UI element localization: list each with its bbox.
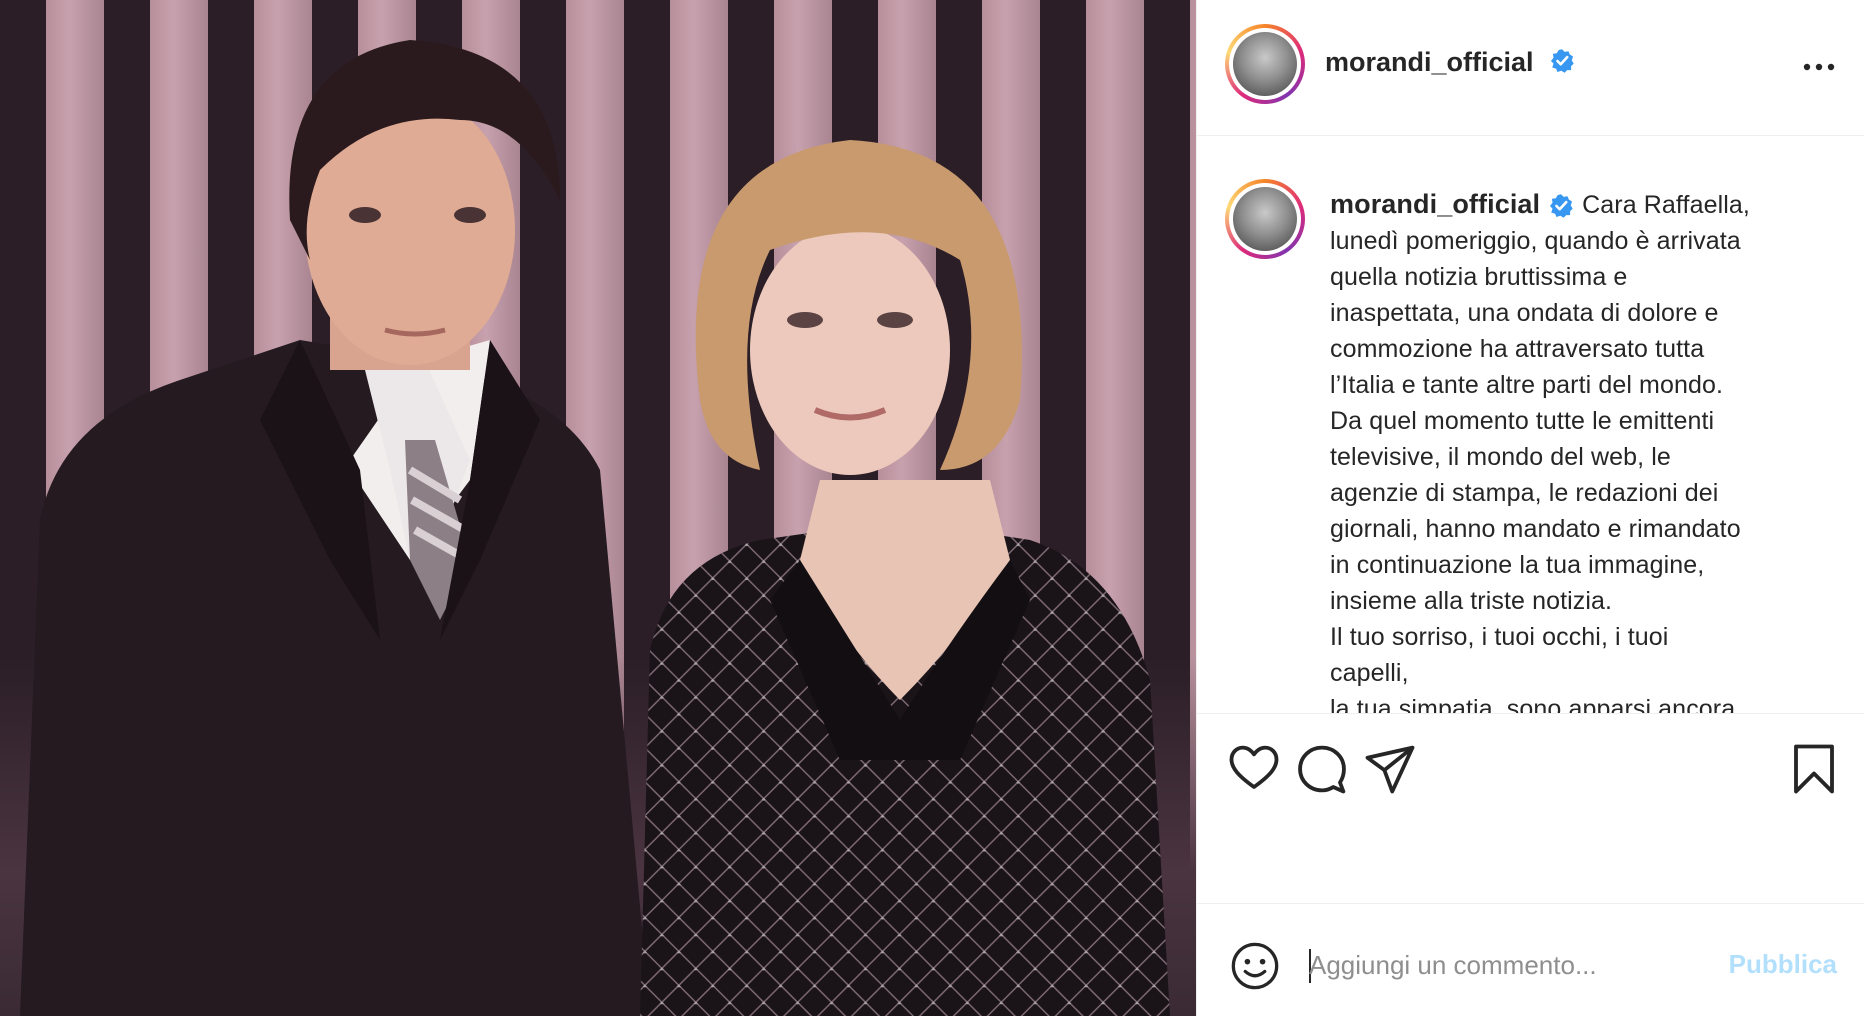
comment-input[interactable]: [1309, 942, 1709, 988]
post-caption: morandi_official Cara Raffaella, lunedì p…: [1197, 137, 1864, 713]
caption-line: Da quel momento tutte le emittenti: [1330, 407, 1715, 435]
caption-line: televisive, il mondo del web, le: [1330, 443, 1671, 471]
caption-line: giornali, hanno mandato e rimandato: [1330, 515, 1741, 543]
caption-line: la tua simpatia, sono apparsi ancora: [1330, 695, 1736, 713]
caption-line: insieme alla triste notizia.: [1330, 587, 1613, 615]
heart-icon[interactable]: [1227, 742, 1281, 796]
bookmark-icon[interactable]: [1787, 742, 1841, 796]
paper-plane-icon[interactable]: [1363, 742, 1417, 796]
post-image[interactable]: [0, 0, 1196, 1016]
more-horizontal-icon[interactable]: [1799, 52, 1839, 82]
caption-line: in continuazione la tua immagine,: [1330, 551, 1705, 579]
caption-username[interactable]: morandi_official: [1330, 189, 1540, 219]
caption-line: capelli,: [1330, 659, 1409, 687]
post-side-panel: morandi_official morandi_official Cara Ra…: [1196, 0, 1864, 1016]
caption-line: lunedì pomeriggio, quando è arrivata: [1330, 227, 1741, 255]
caption-line: commozione ha attraversato tutta: [1330, 335, 1705, 363]
verified-badge-icon: [1550, 194, 1573, 219]
caption-line: inaspettata, una ondata di dolore e: [1330, 299, 1719, 327]
caption-line: l’Italia e tante altre parti del mondo.: [1330, 371, 1724, 399]
caption-line: agenzie di stampa, le redazioni dei: [1330, 479, 1719, 507]
photo-figures: [20, 40, 1170, 1016]
verified-badge-icon: [1550, 49, 1574, 73]
comment-icon[interactable]: [1295, 742, 1349, 796]
avatar[interactable]: [1225, 24, 1305, 104]
post-header: morandi_official: [1197, 0, 1864, 136]
smiley-icon[interactable]: [1229, 940, 1281, 992]
comment-bar: Pubblica: [1197, 903, 1864, 1016]
caption-line: Il tuo sorriso, i tuoi occhi, i tuoi: [1330, 623, 1669, 651]
publish-button[interactable]: Pubblica: [1729, 949, 1837, 980]
caption-line: quella notizia bruttissima e: [1330, 263, 1628, 291]
post-actions: [1197, 713, 1864, 903]
post-username[interactable]: morandi_official: [1325, 47, 1534, 78]
caption-text: morandi_official Cara Raffaella, lunedì p…: [1330, 186, 1830, 713]
caption-line: Cara Raffaella,: [1582, 191, 1750, 219]
caption-avatar[interactable]: [1225, 179, 1305, 259]
